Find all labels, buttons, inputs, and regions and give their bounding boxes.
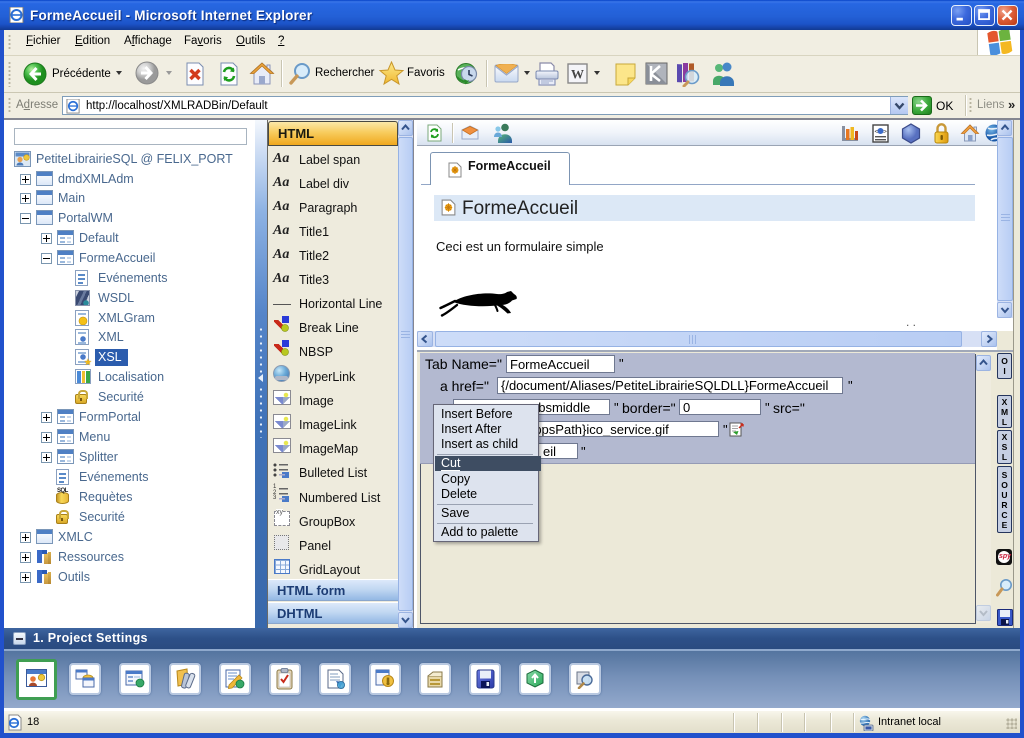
svg-text:<: <: [875, 129, 879, 136]
svg-text:W: W: [571, 67, 584, 82]
svg-text:>: >: [883, 129, 887, 136]
